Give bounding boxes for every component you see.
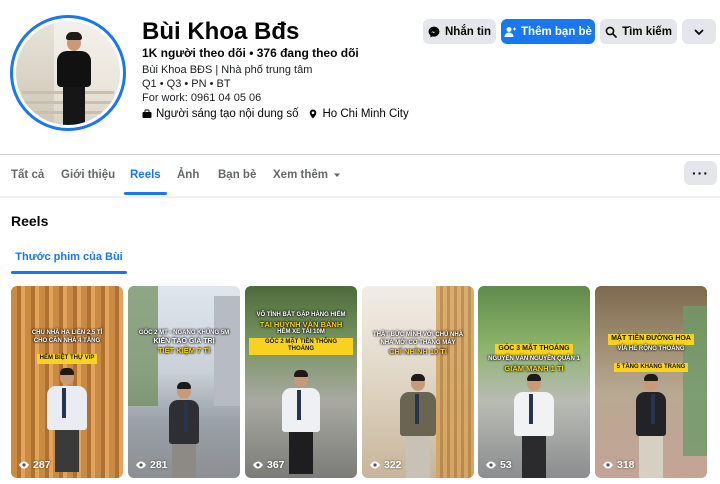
caption-line: THẬT BỨC MÌNH VỚI CHỦ NHÀ (372, 332, 464, 338)
bio-line-2: Q1 • Q3 • PN • BT (142, 78, 231, 90)
view-count: 287 (18, 459, 51, 471)
chevron-down-icon (694, 29, 704, 35)
eye-icon (603, 461, 613, 469)
tabs-more-button[interactable]: ··· (684, 161, 717, 185)
add-friend-button-label: Thêm bạn bè (521, 25, 592, 38)
caption-highlight: HẺM BIỆT THỰ VIP (36, 354, 98, 364)
presenter-figure (282, 370, 320, 474)
caption-highlight: TIẾT KIỆM 7 TỈ (157, 346, 211, 356)
tab-photos[interactable]: Ảnh (177, 155, 199, 195)
location-pin-icon (310, 109, 317, 119)
tab-all[interactable]: Tất cả (11, 155, 44, 195)
profile-tabs: Tất cả Giới thiệu Reels Ảnh Bạn bè Xem t… (0, 155, 720, 195)
view-count-label: 322 (384, 459, 402, 471)
reel-caption: VÔ TÌNH BẮT GẶP HÀNG HIẾM TẠI HUỲNH VĂN … (249, 312, 353, 356)
briefcase-icon (142, 109, 152, 118)
message-button-label: Nhắn tin (445, 25, 491, 38)
eye-icon (136, 461, 146, 469)
reels-section: Reels Thước phim của Bùi CHU NHÀ HẠ LIỀN… (0, 198, 720, 484)
more-options-button[interactable] (682, 19, 716, 44)
caret-down-icon (333, 173, 340, 177)
caption-highlight: MẶT TIỀN ĐƯỜNG HOA (608, 334, 694, 345)
tab-see-more-label: Xem thêm (273, 169, 328, 181)
profile-avatar[interactable] (10, 15, 126, 131)
category-label: Người sáng tạo nội dung số (156, 108, 299, 120)
reel-thumbnail[interactable]: THẬT BỨC MÌNH VỚI CHỦ NHÀ NHÀ MỚI CÓ THA… (362, 286, 474, 478)
view-count-label: 53 (500, 459, 512, 471)
presenter-figure (47, 368, 87, 472)
caption-highlight: TẠI HUỲNH VĂN BÁNH (259, 319, 343, 329)
caption-line: GÓC 2 MT - NGANG KHỦNG 5M (138, 330, 230, 336)
reel-caption: MẶT TIỀN ĐƯỜNG HOA VỈA HÈ RỘNG THOÁNG 5 … (599, 326, 703, 374)
eye-icon (370, 461, 380, 469)
profile-meta: Người sáng tạo nội dung số Ho Chi Minh C… (142, 108, 409, 120)
category-item: Người sáng tạo nội dung số (142, 108, 298, 120)
search-button-label: Tìm kiếm (622, 25, 672, 38)
view-count: 367 (252, 459, 285, 471)
presenter-figure (169, 382, 199, 478)
caption-highlight: GÓC 3 MẶT THOÁNG (495, 344, 573, 355)
search-icon (605, 26, 617, 38)
bio-line-1: Bùi Khoa BĐS | Nhà phố trung tâm (142, 64, 313, 76)
tab-reels[interactable]: Reels (124, 155, 167, 195)
caption-line: HẺM XE TẢI 10M (277, 328, 325, 335)
view-count: 281 (135, 459, 168, 471)
follow-counts[interactable]: 1K người theo dõi • 376 đang theo dõi (142, 46, 359, 60)
tab-see-more[interactable]: Xem thêm (273, 155, 341, 195)
reel-thumbnail[interactable]: VÔ TÌNH BẮT GẶP HÀNG HIẾM TẠI HUỲNH VĂN … (245, 286, 357, 478)
reels-title: Reels (11, 213, 49, 229)
messenger-icon (428, 26, 440, 37)
caption-line: CHO CĂN NHÀ 4 TẦNG (33, 337, 101, 344)
reel-caption: GÓC 2 MT - NGANG KHỦNG 5M KIẾN TẠO GIÁ T… (132, 330, 236, 356)
caption-line: KIẾN TẠO GIÁ TRỊ (153, 337, 215, 345)
caption-highlight: 5 TẦNG KHANG TRANG (613, 362, 689, 372)
reel-caption: CHU NHÀ HẠ LIỀN 2,5 TỈ CHO CĂN NHÀ 4 TẦN… (15, 330, 119, 365)
bio-line-3: For work: 0961 04 05 06 (142, 92, 262, 104)
profile-header: Bùi Khoa Bđs 1K người theo dõi • 376 đan… (0, 0, 720, 196)
profile-name: Bùi Khoa Bđs (142, 18, 300, 45)
reel-thumbnail[interactable]: GÓC 3 MẶT THOÁNG NGUYỄN VĂN NGUYỄN QUẬN … (478, 286, 590, 478)
view-count: 322 (369, 459, 402, 471)
caption-line: VỈA HÈ RỘNG THOÁNG (617, 346, 685, 352)
caption-line: NHÀ MỚI CÓ THANG MÁY (380, 339, 456, 346)
eye-icon (486, 461, 496, 469)
reel-thumbnail[interactable]: GÓC 2 MT - NGANG KHỦNG 5M KIẾN TẠO GIÁ T… (128, 286, 240, 478)
caption-line: VÔ TÌNH BẮT GẶP HÀNG HIẾM (256, 312, 346, 318)
add-friend-button[interactable]: Thêm bạn bè (501, 19, 595, 44)
eye-icon (253, 461, 263, 469)
add-user-icon (504, 26, 517, 37)
message-button[interactable]: Nhắn tin (423, 19, 496, 44)
caption-highlight: GÓC 2 MẶT TIỀN THÔNG THOÁNG (249, 337, 353, 355)
location-label[interactable]: Ho Chi Minh City (322, 108, 408, 120)
view-count-label: 281 (150, 459, 168, 471)
view-count-label: 287 (33, 459, 51, 471)
view-count-label: 367 (267, 459, 285, 471)
caption-highlight: GIẢM MẠNH 1 TỈ (504, 363, 564, 373)
presenter-figure (514, 374, 554, 478)
search-button[interactable]: Tìm kiếm (600, 19, 677, 44)
presenter-figure (400, 374, 436, 478)
ellipsis-icon: ··· (692, 165, 709, 181)
caption-highlight: CHỈ NHỈNH 10 TỈ (389, 347, 447, 356)
reel-thumbnail[interactable]: CHU NHÀ HẠ LIỀN 2,5 TỈ CHO CĂN NHÀ 4 TẦN… (11, 286, 123, 478)
caption-line: CHU NHÀ HẠ LIỀN 2,5 TỈ (31, 330, 103, 336)
reel-caption: THẬT BỨC MÌNH VỚI CHỦ NHÀ NHÀ MỚI CÓ THA… (366, 332, 470, 356)
view-count: 53 (485, 459, 512, 471)
location-item: Ho Chi Minh City (308, 108, 409, 120)
tab-about[interactable]: Giới thiệu (61, 155, 115, 195)
caption-line: NGUYỄN VĂN NGUYỄN QUẬN 1 (488, 356, 580, 362)
subtab-user-reels[interactable]: Thước phim của Bùi (11, 240, 127, 274)
view-count: 318 (602, 459, 635, 471)
tab-friends[interactable]: Bạn bè (218, 155, 256, 195)
eye-icon (19, 461, 29, 469)
presenter-figure (636, 374, 666, 478)
avatar-photo (16, 21, 120, 125)
reel-caption: GÓC 3 MẶT THOÁNG NGUYỄN VĂN NGUYỄN QUẬN … (482, 336, 586, 373)
reel-thumbnail[interactable]: MẶT TIỀN ĐƯỜNG HOA VỈA HÈ RỘNG THOÁNG 5 … (595, 286, 707, 478)
view-count-label: 318 (617, 459, 635, 471)
